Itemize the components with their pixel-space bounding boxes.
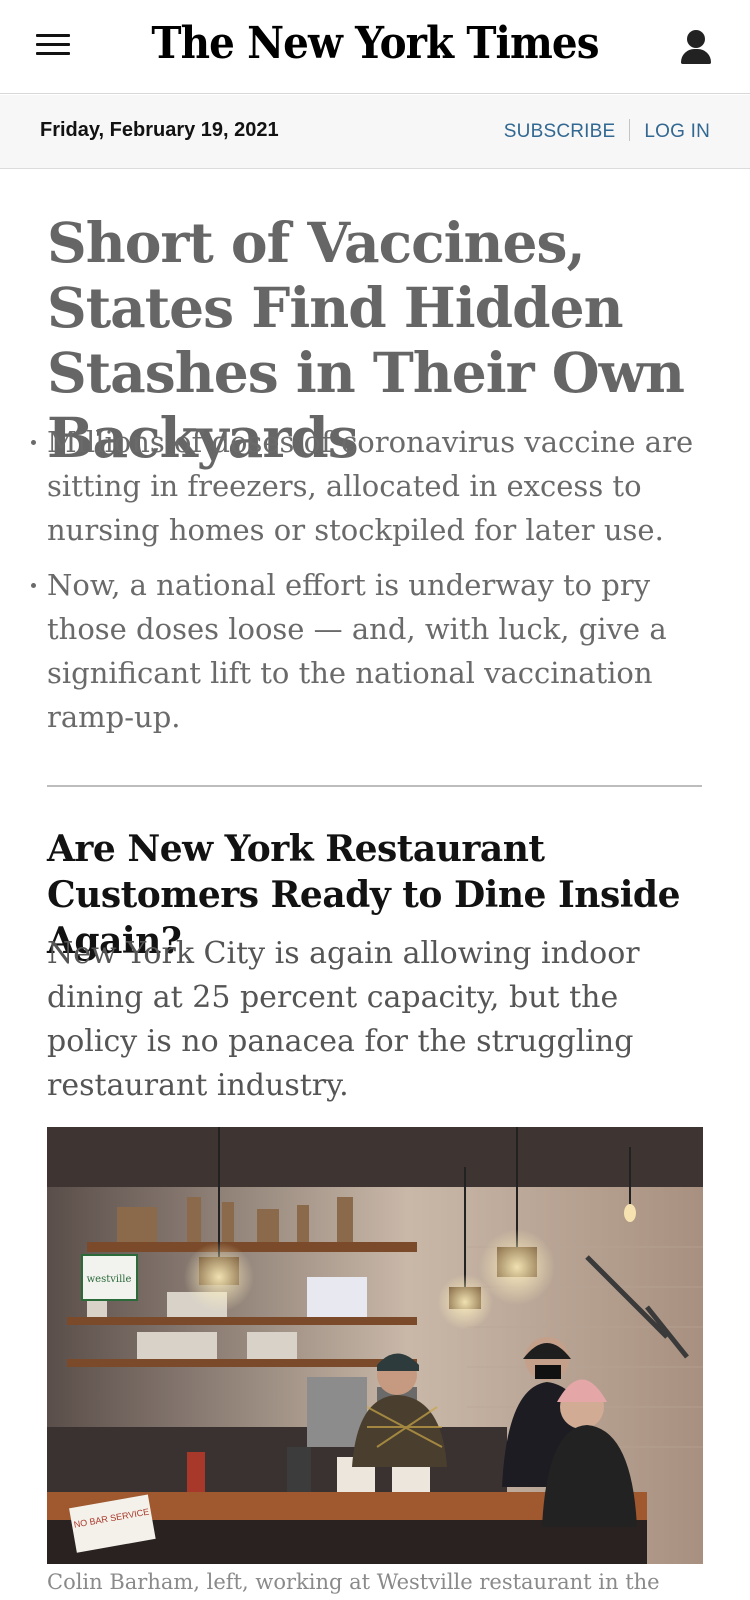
story-summary: New York City is again allowing indoor d… xyxy=(47,936,640,1103)
restaurant-photo[interactable]: westville NO BAR SERVICE xyxy=(47,1127,703,1564)
login-link[interactable]: LOG IN xyxy=(644,121,710,142)
nyt-logo[interactable]: The New York Times xyxy=(30,18,720,69)
current-date: Friday, February 19, 2021 xyxy=(40,119,279,141)
summary-bullet: Now, a national effort is underway to pr… xyxy=(31,563,707,739)
section-divider xyxy=(47,785,702,787)
top-navigation-bar: The New York Times xyxy=(0,0,750,94)
westville-sign: westville xyxy=(87,1274,132,1285)
photo-caption: Colin Barham, left, working at Westville… xyxy=(47,1570,660,1594)
auth-links: SUBSCRIBE LOG IN xyxy=(504,119,710,143)
date-bar: Friday, February 19, 2021 SUBSCRIBE LOG I… xyxy=(0,95,750,169)
subscribe-link[interactable]: SUBSCRIBE xyxy=(504,121,616,142)
restaurant-photo-illustration: westville NO BAR SERVICE xyxy=(47,1127,703,1564)
user-account-icon[interactable] xyxy=(678,28,714,66)
summary-bullet: Millions of doses of coronavirus vaccine… xyxy=(31,420,707,552)
link-divider xyxy=(629,119,631,141)
lead-story-summary-list: Millions of doses of coronavirus vaccine… xyxy=(31,420,707,750)
